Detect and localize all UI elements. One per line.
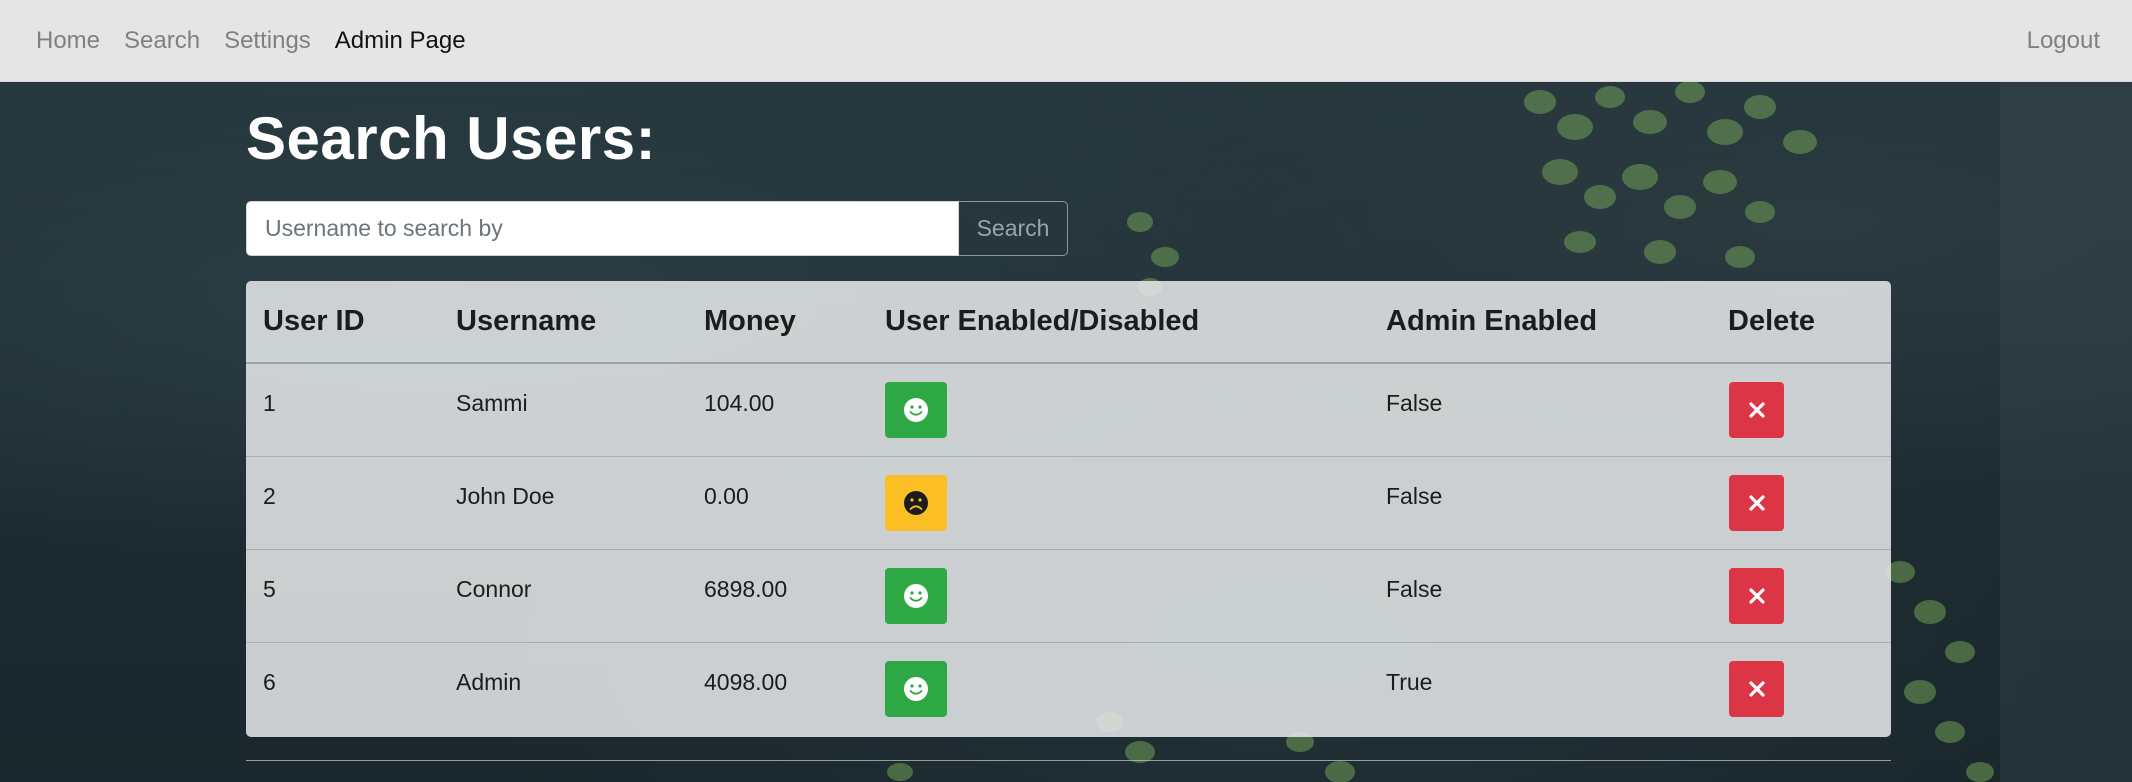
username-cell: Connor	[456, 575, 532, 602]
toggle-user-enabled-button[interactable]	[885, 660, 947, 717]
delete-user-button[interactable]	[1729, 474, 1784, 531]
search-button[interactable]: Search	[959, 201, 1068, 256]
smile-icon	[904, 583, 928, 608]
table-row: 5 Connor 6898.00 False	[246, 548, 1891, 642]
column-header-delete: Delete	[1711, 281, 1891, 364]
navbar: Home Search Settings Admin Page Logout	[0, 0, 2132, 82]
users-table: User ID Username Money User Enabled/Disa…	[246, 281, 1891, 737]
close-icon	[1748, 494, 1765, 511]
smile-icon	[904, 398, 928, 422]
toggle-user-enabled-button[interactable]	[885, 567, 947, 624]
toggle-user-enabled-button[interactable]	[885, 382, 947, 438]
user-id-cell: 6	[263, 668, 276, 695]
money-cell: 4098.00	[704, 668, 788, 695]
search-form: Search	[246, 201, 1068, 256]
nav-link-home[interactable]: Home	[36, 27, 100, 55]
money-cell: 104.00	[704, 390, 775, 416]
username-cell: Sammi	[456, 390, 528, 416]
close-icon	[1748, 587, 1765, 604]
column-header-user-enabled: User Enabled/Disabled	[868, 281, 1369, 364]
money-cell: 0.00	[704, 482, 749, 509]
nav-link-admin-page[interactable]: Admin Page	[335, 27, 466, 55]
user-id-cell: 5	[263, 575, 276, 602]
username-cell: John Doe	[456, 482, 555, 509]
logout-link[interactable]: Logout	[2027, 0, 2100, 82]
admin-enabled-cell: False	[1386, 390, 1443, 416]
divider	[246, 760, 1891, 761]
delete-user-button[interactable]	[1729, 660, 1784, 717]
nav-link-search[interactable]: Search	[124, 27, 200, 55]
column-header-admin-enabled: Admin Enabled	[1369, 281, 1711, 364]
username-cell: Admin	[456, 668, 522, 695]
background-panel	[2000, 82, 2132, 782]
admin-enabled-cell: False	[1386, 482, 1443, 509]
column-header-money: Money	[687, 281, 868, 364]
smile-icon	[904, 676, 928, 701]
toggle-user-enabled-button[interactable]	[885, 474, 947, 531]
nav-link-settings[interactable]: Settings	[224, 27, 311, 55]
user-id-cell: 1	[263, 390, 276, 416]
table-row: 2 John Doe 0.00 False	[246, 455, 1891, 549]
column-header-user-id: User ID	[246, 281, 439, 364]
column-header-username: Username	[439, 281, 687, 364]
search-input[interactable]	[246, 201, 959, 256]
page-title: Search Users:	[246, 105, 657, 172]
admin-enabled-cell: True	[1386, 668, 1433, 695]
table-header-row: User ID Username Money User Enabled/Disa…	[246, 281, 1891, 364]
frown-icon	[904, 490, 928, 515]
money-cell: 6898.00	[704, 575, 788, 602]
user-id-cell: 2	[263, 482, 276, 509]
close-icon	[1748, 680, 1765, 697]
nav-links: Home Search Settings Admin Page	[36, 0, 490, 82]
close-icon	[1748, 402, 1765, 418]
delete-user-button[interactable]	[1729, 567, 1784, 624]
delete-user-button[interactable]	[1729, 382, 1784, 438]
table-row: 1 Sammi 104.00 False	[246, 363, 1891, 456]
admin-enabled-cell: False	[1386, 575, 1443, 602]
table-row: 6 Admin 4098.00 True	[246, 641, 1891, 735]
